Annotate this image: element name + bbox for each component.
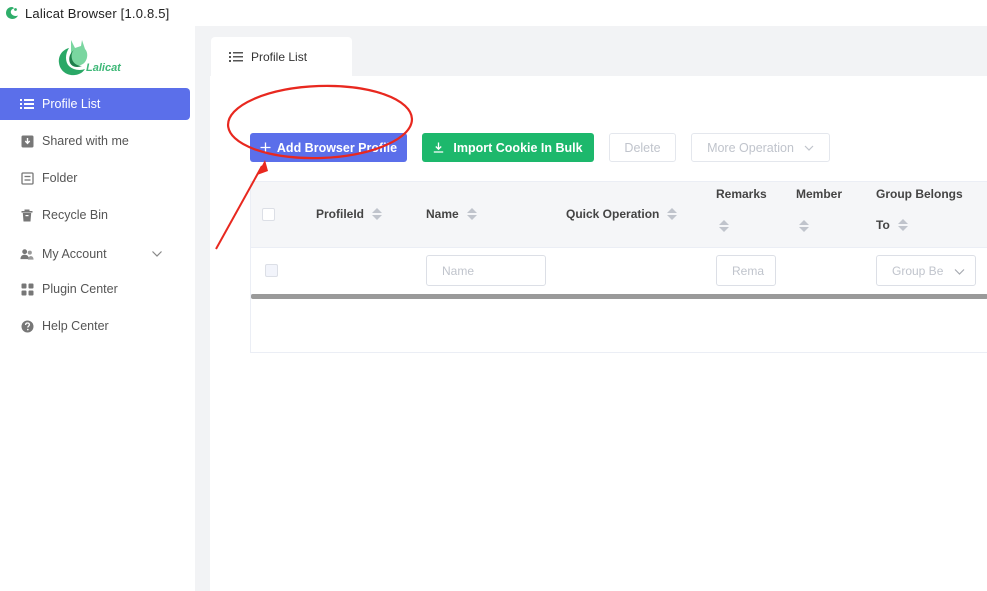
add-browser-profile-button[interactable]: Add Browser Profile (250, 133, 407, 162)
sort-icon[interactable] (799, 220, 809, 232)
placeholder-text: Rema (732, 263, 765, 278)
chevron-down-icon[interactable] (151, 248, 163, 260)
chevron-down-icon (804, 145, 814, 151)
column-label: ProfileId (316, 207, 365, 221)
sidebar-item-profile-list[interactable]: Profile List (0, 88, 190, 120)
add-browser-profile-label: Add Browser Profile (276, 140, 398, 155)
lalicat-app-icon (6, 7, 18, 19)
column-label: To (876, 218, 890, 232)
delete-button[interactable]: Delete (609, 133, 676, 162)
window-titlebar: Lalicat Browser [1.0.8.5] (0, 0, 987, 26)
list-icon (229, 52, 243, 62)
sidebar-item-label: Help Center (42, 319, 109, 333)
column-header-remarks[interactable]: Remarks (716, 187, 767, 201)
name-filter-input[interactable]: Name (426, 255, 546, 286)
column-label: Remarks (716, 187, 767, 201)
column-header-group[interactable]: Group Belongs (876, 187, 963, 201)
lalicat-logo: Lalicat (55, 36, 130, 78)
sidebar-item-my-account[interactable]: My Account (0, 238, 190, 270)
column-header-quick-operation[interactable]: Quick Operation (566, 207, 678, 221)
placeholder-text: Name (442, 263, 475, 278)
horizontal-scrollbar[interactable] (251, 294, 987, 299)
main-content: Profile List Add Browser Profile Import … (195, 26, 987, 591)
tab-profile-list[interactable]: Profile List (211, 37, 352, 77)
column-label: Name (426, 207, 459, 221)
list-icon (20, 97, 34, 111)
more-operation-label: More Operation (707, 140, 794, 155)
chevron-down-icon (954, 269, 965, 275)
filter-row: Name Rema Group Be (251, 248, 987, 295)
download-icon (433, 142, 444, 153)
sidebar-item-help-center[interactable]: Help Center (0, 310, 190, 342)
help-icon (20, 319, 34, 333)
sidebar-item-label: Recycle Bin (42, 208, 108, 222)
sort-icon[interactable] (719, 220, 729, 232)
sort-icon[interactable] (667, 208, 678, 220)
more-operation-dropdown[interactable]: More Operation (691, 133, 830, 162)
sidebar-item-recycle-bin[interactable]: Recycle Bin (0, 199, 190, 231)
remarks-filter-input[interactable]: Rema (716, 255, 776, 286)
import-cookie-label: Import Cookie In Bulk (453, 140, 583, 155)
sort-icon[interactable] (897, 219, 908, 231)
plus-icon (260, 142, 271, 153)
sidebar-item-label: Shared with me (42, 134, 129, 148)
download-box-icon (20, 134, 34, 148)
column-header-group-line2: To (876, 218, 908, 232)
users-icon (20, 247, 34, 261)
column-label: Quick Operation (566, 207, 660, 221)
row-checkbox[interactable] (265, 264, 278, 277)
placeholder-text: Group Be (892, 263, 944, 278)
column-header-profileid[interactable]: ProfileId (316, 207, 383, 221)
profile-list-panel: Add Browser Profile Import Cookie In Bul… (210, 76, 987, 591)
tab-label: Profile List (251, 50, 308, 64)
delete-label: Delete (624, 140, 661, 155)
column-label: Group Belongs (876, 187, 963, 201)
column-label: Member (796, 187, 843, 201)
window-title: Lalicat Browser [1.0.8.5] (25, 5, 170, 21)
sidebar-item-label: Folder (42, 171, 78, 185)
sidebar: Lalicat Profile List Shared with me Fold… (0, 26, 195, 591)
table-header: ProfileId Name Quick Operation Remarks M… (251, 182, 987, 248)
column-header-name[interactable]: Name (426, 207, 477, 221)
sidebar-item-plugin-center[interactable]: Plugin Center (0, 273, 190, 305)
sidebar-item-folder[interactable]: Folder (0, 162, 190, 194)
import-cookie-button[interactable]: Import Cookie In Bulk (422, 133, 594, 162)
grid-icon (20, 282, 34, 296)
logo-wordmark: Lalicat (86, 62, 121, 74)
sidebar-item-shared-with-me[interactable]: Shared with me (0, 125, 190, 157)
sort-icon[interactable] (466, 208, 477, 220)
profile-table: ProfileId Name Quick Operation Remarks M… (250, 181, 987, 353)
sidebar-item-label: Plugin Center (42, 282, 118, 296)
sort-icon[interactable] (372, 208, 383, 220)
trash-icon (20, 208, 34, 222)
group-filter-select[interactable]: Group Be (876, 255, 976, 286)
column-header-member[interactable]: Member (796, 187, 842, 201)
select-all-checkbox[interactable] (262, 208, 275, 221)
sidebar-item-label: Profile List (42, 97, 101, 111)
sidebar-item-label: My Account (42, 247, 107, 261)
folder-icon (20, 171, 34, 185)
